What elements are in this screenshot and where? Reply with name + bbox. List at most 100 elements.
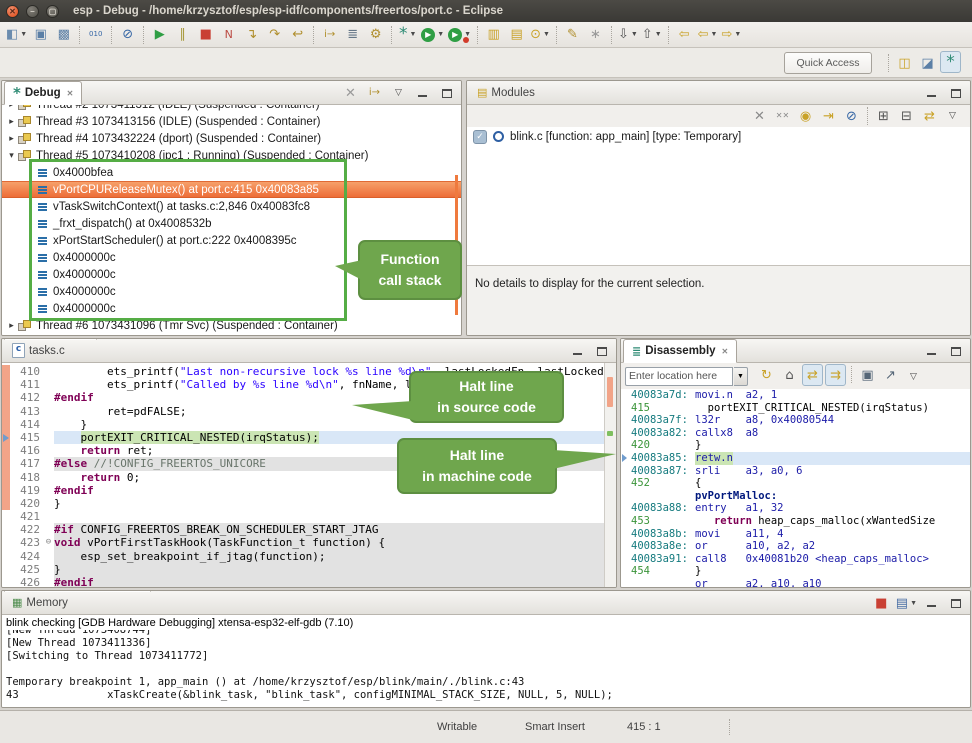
step-into-button[interactable]: ↴ [241,24,262,46]
tab-modules[interactable]: ▤Modules [469,81,579,104]
location-dropdown[interactable]: ▼ [734,367,748,386]
window-minimize-button[interactable]: – [26,5,39,18]
copy-button[interactable]: ▣ [857,364,878,386]
stack-frame-row[interactable]: 0x4000bfea [2,164,461,181]
disassembly-line[interactable]: 40083a8b:movi a11, 4 [621,528,970,541]
collapse-all-button[interactable]: ⊟ [896,105,917,127]
previous-annotation-button[interactable]: ⇧▼ [641,24,663,46]
disassembly-line[interactable]: 40083a82:callx8 a8 [621,427,970,440]
remove-breakpoint-button[interactable]: ✕ [749,105,770,127]
resume-button[interactable]: ▶ [149,24,170,46]
disconnect-button[interactable]: N [218,24,239,46]
show-breakpoints-for-button[interactable]: ◉ [795,105,816,127]
code-line[interactable]: 426#endif [2,576,616,587]
new-project-button[interactable]: ▥ [483,24,504,46]
home-button[interactable]: ⌂ [779,364,800,386]
minimize-button[interactable] [412,82,433,104]
console-body[interactable]: blink checking [GDB Hardware Debugging] … [2,615,970,707]
expand-all-button[interactable]: ⊞ [873,105,894,127]
quick-access-field[interactable]: Quick Access [784,52,872,74]
window-maximize-button[interactable]: ▢ [46,5,59,18]
stack-frame-row[interactable]: _frxt_dispatch() at 0x4008532b [2,215,461,232]
thread-row[interactable]: ▸Thread #3 1073413156 (IDLE) (Suspended … [2,113,461,130]
disassembly-line[interactable]: 454} [621,565,970,578]
tree-expand-icon[interactable]: ▸ [5,116,18,127]
view-menu-button[interactable]: ▽ [388,82,409,104]
breakpoints-menu-button[interactable]: ▽ [942,105,963,127]
external-tools-button[interactable]: ▶▼ [447,24,472,46]
track-expression-button[interactable]: ⇉ [825,364,846,386]
thread-row[interactable]: ▸Thread #2 1073411312 (IDLE) (Suspended … [2,105,461,113]
minimize-button[interactable] [921,340,942,362]
run-button[interactable]: ▶▼ [420,24,445,46]
overview-ruler[interactable] [604,363,616,587]
save-button[interactable]: ▣ [30,24,51,46]
tab-tasks-c[interactable]: ctasks.c [4,339,97,362]
disassembly-line[interactable]: 420} [621,439,970,452]
disassembly-line[interactable]: 415 portEXIT_CRITICAL_NESTED(irqStatus) [621,402,970,415]
stack-frame-row[interactable]: vTaskSwitchContext() at tasks.c:2,846 0x… [2,198,461,215]
tab-close-icon[interactable]: ✕ [67,89,74,98]
location-input[interactable]: Enter location here [625,367,733,386]
mark-occurrences-button[interactable]: ✎ [562,24,583,46]
disassembly-line[interactable]: 40083a88:entry a1, 32 [621,502,970,515]
code-line[interactable]: 425} [2,563,616,576]
code-line[interactable]: 424 esp_set_breakpoint_if_jtag(function)… [2,550,616,563]
search-button[interactable]: ⊙▼ [529,24,551,46]
skip-all-breakpoints-button[interactable]: ⊘ [841,105,862,127]
instruction-stepping-button[interactable]: ≣ [342,24,363,46]
tab-debug[interactable]: *Debug✕ [4,81,82,105]
thread-row[interactable]: ▾Thread #5 1073410208 (ipc1 : Running) (… [2,147,461,164]
stack-frame-row[interactable]: 0x4000000c [2,300,461,317]
link-with-debug-button[interactable]: ⇄ [919,105,940,127]
sync-with-stack-frame-button[interactable]: ⇄ [802,364,823,386]
code-line[interactable]: 422#if CONFIG_FREERTOS_BREAK_ON_SCHEDULE… [2,523,616,536]
terminate-button[interactable]: ■ [195,24,216,46]
terminate-console-button[interactable]: ■ [871,592,892,614]
disassembly-line[interactable]: pvPortMalloc: [621,490,970,503]
maximize-button[interactable] [945,82,966,104]
code-line[interactable]: 421 [2,510,616,523]
step-return-button[interactable]: ↩ [287,24,308,46]
use-step-filters-button[interactable]: ⚙ [365,24,386,46]
debug-button[interactable]: *▼ [397,24,418,46]
tab-disassembly[interactable]: ≣Disassembly✕ [623,339,737,363]
disassembly-line[interactable]: 40083a85:retw.n [621,452,970,465]
stack-frame-row[interactable]: vPortCPUReleaseMutex() at port.c:415 0x4… [2,181,461,198]
open-perspective-button[interactable]: ◫ [894,52,915,74]
maximize-button[interactable] [945,340,966,362]
next-annotation-button[interactable]: ⇩▼ [617,24,639,46]
forward-button[interactable]: ⇨▼ [720,24,742,46]
disassembly-line[interactable]: 40083a91:call8 0x40081b20 <heap_caps_mal… [621,553,970,566]
tree-expand-icon[interactable]: ▾ [5,150,18,161]
disassembly-line[interactable]: or a2, a10, a10 [621,578,970,587]
suspend-button[interactable]: ∥ [172,24,193,46]
goto-file-button[interactable]: ⇥ [818,105,839,127]
tree-expand-icon[interactable]: ▸ [5,133,18,144]
display-console-button[interactable]: ▤▼ [895,592,918,614]
maximize-button[interactable] [436,82,457,104]
disassembly-line[interactable]: 452{ [621,477,970,490]
new-wizard-button[interactable]: ◧▼ [5,24,28,46]
maximize-button[interactable] [945,592,966,614]
annotations-button[interactable]: ∗ [585,24,606,46]
tree-expand-icon[interactable]: ▸ [5,105,18,110]
remove-all-terminated-button[interactable]: ✕ [340,82,361,104]
thread-row[interactable]: ▸Thread #6 1073431096 (Tmr Svc) (Suspend… [2,317,461,334]
binary-view-button[interactable]: 010 [85,24,106,46]
disassembly-line[interactable]: 40083a87:srli a3, a0, 6 [621,465,970,478]
step-into-selection-button[interactable]: i→ [319,24,340,46]
minimize-button[interactable] [921,592,942,614]
minimize-button[interactable] [567,340,588,362]
open-element-button[interactable]: ▤ [506,24,527,46]
refresh-button[interactable]: ↻ [756,364,777,386]
save-all-button[interactable]: ▩ [53,24,74,46]
disassembly-menu-button[interactable]: ▽ [903,366,924,388]
tab-memory[interactable]: ▦Memory [4,591,151,614]
thread-row[interactable]: ▸Thread #4 1073432224 (dport) (Suspended… [2,130,461,147]
tab-close-icon[interactable]: ✕ [722,347,729,356]
tree-expand-icon[interactable]: ▸ [5,320,18,331]
breakpoint-checkbox[interactable]: ✓ [473,130,487,144]
disassembly-line[interactable]: 40083a7d:movi.n a2, 1 [621,389,970,402]
last-edit-location-button[interactable]: ⇦ [674,24,695,46]
